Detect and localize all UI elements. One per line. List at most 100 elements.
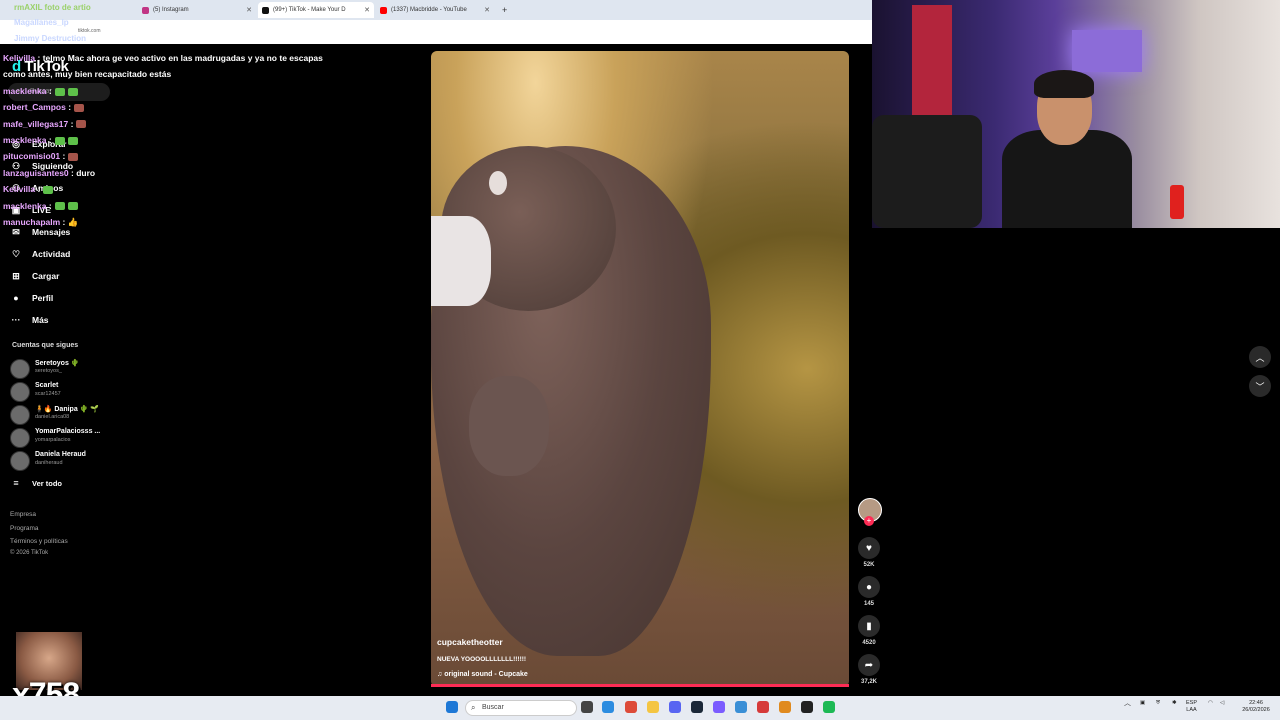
chat-message: macklenka :: [3, 83, 323, 99]
app-icon-4[interactable]: [779, 701, 791, 713]
discord-icon[interactable]: [669, 701, 681, 713]
upload-icon: ⊞: [12, 270, 20, 281]
tab-youtube[interactable]: (1337) Macbridde - YouTube ✕: [376, 2, 494, 18]
footer-empresa[interactable]: Empresa: [10, 511, 36, 518]
more-icon: ···: [11, 315, 21, 325]
chat-message: manuchapalm : 👍: [3, 214, 323, 230]
heart-icon[interactable]: ♥: [858, 537, 880, 559]
address-bar[interactable]: tiktok.com: [0, 20, 872, 44]
follow-plus-icon[interactable]: +: [864, 516, 874, 526]
footer-terminos[interactable]: Términos y políticas: [10, 538, 68, 545]
comment-icon[interactable]: ●: [858, 576, 880, 598]
chrome-icon[interactable]: [625, 701, 637, 713]
spotify-icon[interactable]: [823, 701, 835, 713]
nav-item-label: Actividad: [32, 249, 71, 259]
avatar: [10, 359, 30, 379]
obs-icon[interactable]: [801, 701, 813, 713]
taskbar-search[interactable]: ⌕ Buscar: [465, 700, 577, 716]
nav-item-label: Cargar: [32, 271, 60, 281]
app-icon-3[interactable]: [757, 701, 769, 713]
app-icon-2[interactable]: [735, 701, 747, 713]
nav-item-label: Más: [32, 315, 49, 325]
video-progress-bar[interactable]: [431, 684, 849, 687]
chat-text: :: [68, 118, 74, 129]
chat-emote: [68, 153, 79, 162]
nav-item-label: Perfil: [32, 293, 54, 303]
account-handle: yomarpalacios: [35, 437, 71, 443]
tray-security-icon[interactable]: ⛨: [1156, 700, 1160, 707]
account-handle: seretoyos_: [35, 368, 62, 374]
overlay-name-1: rmAXIL foto de artio: [14, 3, 91, 12]
tray-bluetooth-icon[interactable]: ✱: [1172, 700, 1177, 707]
followed-account[interactable]: 🧍🔥 Danipa 🌵 🌱 daniel.arica08: [10, 404, 130, 425]
chat-text: :: [46, 135, 52, 146]
folder-icon[interactable]: [647, 701, 659, 713]
chat-username: Kelivilla: [3, 53, 36, 63]
close-icon[interactable]: ✕: [246, 6, 252, 14]
chat-text: :: [46, 85, 52, 96]
chat-username: pitucomisio01: [3, 151, 61, 162]
nav-item-upload[interactable]: ⊞ Cargar: [10, 268, 120, 284]
account-handle: daniheraud: [35, 460, 63, 466]
see-all-label: Ver todo: [32, 478, 63, 488]
search-icon: ⌕: [471, 703, 476, 712]
video-caption: NUEVA YOOOOLLLLLLL!!!!!!: [437, 656, 527, 663]
list-icon: ≡: [13, 478, 19, 488]
tab-instagram[interactable]: (5) Instagram ✕: [138, 2, 256, 18]
clock-date: 26/02/2026: [1242, 707, 1270, 713]
chat-username: Kelivilla: [3, 184, 36, 195]
clock[interactable]: 22:46 26/02/2026: [1238, 700, 1274, 714]
edge-icon[interactable]: [602, 701, 614, 713]
close-icon[interactable]: ✕: [484, 6, 490, 14]
wifi-icon[interactable]: ◠: [1208, 700, 1213, 707]
nav-item-activity[interactable]: ♡ Actividad: [10, 246, 120, 262]
chat-message: mafe_villegas17 :: [3, 116, 323, 132]
video-sound[interactable]: ♫ original sound - Cupcake: [437, 671, 528, 678]
close-icon[interactable]: ✕: [364, 6, 370, 14]
footer-programa[interactable]: Programa: [10, 525, 39, 532]
chat-text: : duro: [68, 167, 96, 178]
taskbar: [0, 696, 1280, 720]
chat-text: :: [46, 200, 52, 211]
task-view-icon[interactable]: [581, 701, 593, 713]
followed-account[interactable]: Daniela Heraud daniheraud: [10, 450, 130, 471]
chat-emote: [54, 87, 65, 96]
chat-username: macklenka: [3, 135, 47, 146]
volume-icon[interactable]: ◁: [1220, 700, 1224, 707]
nav-item-profile[interactable]: ● Perfil: [10, 290, 120, 306]
windows-start-icon[interactable]: [446, 701, 458, 713]
followed-account[interactable]: Seretoyos 🌵 seretoyos_: [10, 358, 130, 379]
followed-account[interactable]: Scarlet scar12457: [10, 381, 130, 402]
webcam-chair: [872, 115, 982, 228]
tiktok-icon: [262, 6, 269, 14]
webcam-door: [912, 5, 952, 125]
otter-face: [431, 216, 491, 306]
chevron-up-icon[interactable]: ︿: [1249, 346, 1271, 368]
account-handle: daniel.arica08: [35, 414, 70, 420]
youtube-icon: [380, 6, 387, 14]
tray-chevron-icon[interactable]: ︿: [1124, 700, 1131, 707]
video-username[interactable]: cupcaketheotter: [437, 637, 503, 647]
video-player[interactable]: [431, 51, 849, 687]
app-icon[interactable]: [713, 701, 725, 713]
see-all-button[interactable]: ≡ Ver todo: [10, 475, 120, 491]
chat-username: macklenka: [3, 200, 47, 211]
bookmark-icon[interactable]: ▮: [858, 615, 880, 637]
overlay-name-3: Jimmy Destruction: [14, 34, 87, 43]
language-indicator[interactable]: ESP LAA: [1186, 700, 1197, 714]
steam-icon[interactable]: [691, 701, 703, 713]
otter-paw: [469, 376, 549, 476]
taskbar-search-label: Buscar: [482, 704, 504, 711]
tray-app-icon[interactable]: ▣: [1140, 700, 1145, 707]
new-tab-button[interactable]: +: [498, 2, 510, 18]
chat-text: : 👍: [60, 217, 79, 228]
browser-tab-bar: (5) Instagram ✕ (99+) TikTok - Make Your…: [0, 0, 872, 20]
chevron-down-icon[interactable]: ﹀: [1249, 375, 1271, 397]
share-icon[interactable]: ➦: [858, 654, 880, 676]
nav-item-more[interactable]: ··· Más: [10, 312, 120, 328]
account-name: Daniela Heraud: [35, 451, 86, 458]
tab-label: (99+) TikTok - Make Your D: [273, 7, 346, 13]
followed-account[interactable]: YomarPalaciosss ... yomarpalacios: [10, 427, 130, 448]
chat-text: :: [60, 151, 66, 162]
tab-tiktok[interactable]: (99+) TikTok - Make Your D ✕: [258, 2, 374, 18]
